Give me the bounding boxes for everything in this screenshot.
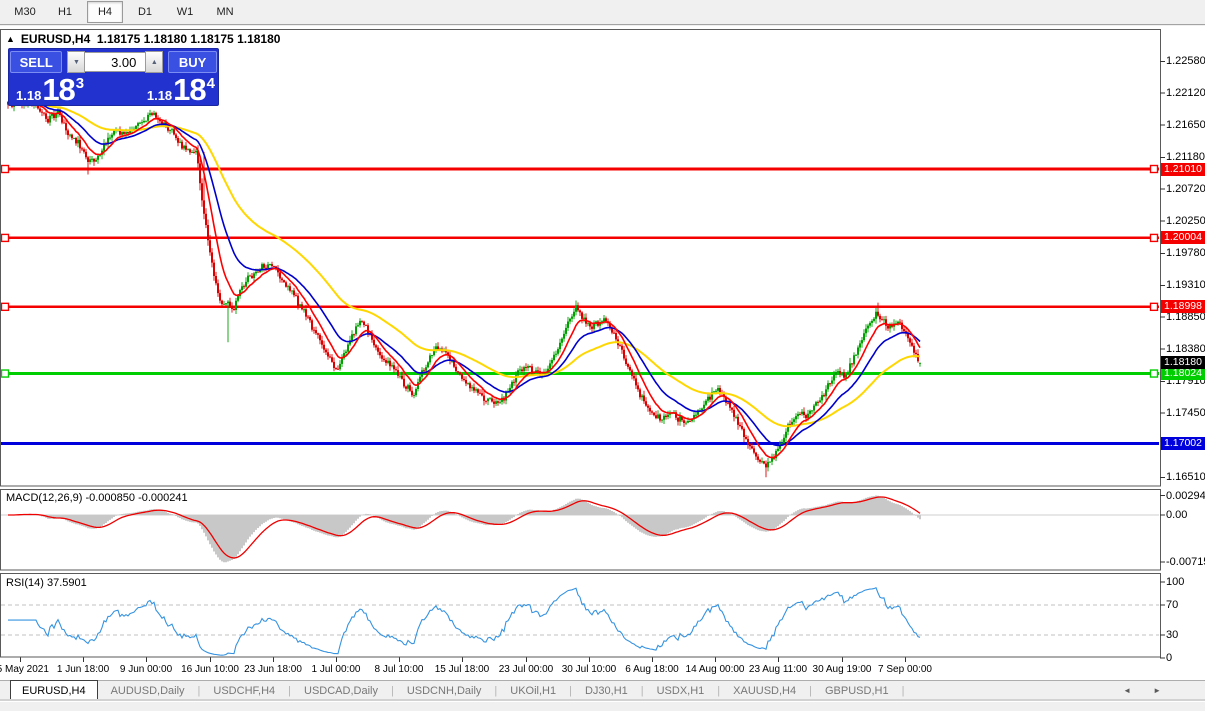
status-bar: [0, 701, 1205, 711]
volume-increase-button[interactable]: ▲: [145, 51, 163, 73]
buy-price-sup: 4: [207, 76, 215, 91]
level-price-label: 1.20004: [1161, 231, 1205, 244]
tab-usdchf-h4[interactable]: USDCHF,H4: [200, 682, 288, 701]
rsi-indicator-label: RSI(14) 37.5901: [6, 577, 87, 589]
one-click-trading-panel: SELL ▼ ▲ BUY 1.18 18 3 1.18 18 4: [8, 48, 219, 106]
tabs-scroll-left-icon[interactable]: ◄: [1123, 686, 1131, 695]
sell-price-sup: 3: [76, 76, 84, 91]
tab-separator: |: [902, 685, 905, 697]
time-axis-label: 15 Jul 18:00: [435, 664, 490, 675]
timeframe-button-h4[interactable]: H4: [87, 1, 123, 23]
rsi-axis-tick: 100: [1166, 576, 1184, 588]
sell-price[interactable]: 1.18 18 3: [12, 74, 84, 105]
tab-ukoil-h1[interactable]: UKOil,H1: [497, 682, 569, 701]
rsi-axis-tick: 30: [1166, 629, 1178, 641]
tab-scroll-arrows: ◄ ►: [1123, 686, 1161, 695]
time-axis-label: 23 Jun 18:00: [244, 664, 302, 675]
price-axis-tick: 1.20720: [1166, 183, 1205, 195]
buy-price-small: 1.18: [147, 89, 172, 102]
time-axis-label: 7 Sep 00:00: [878, 664, 932, 675]
price-axis-tick: 1.17450: [1166, 407, 1205, 419]
tab-eurusd-h4[interactable]: EURUSD,H4: [10, 680, 98, 702]
timeframe-button-d1[interactable]: D1: [127, 1, 163, 23]
timeframe-button-m30[interactable]: M30: [7, 1, 43, 23]
tabs-scroll-right-icon[interactable]: ►: [1153, 686, 1161, 695]
price-axis-tick: 1.22120: [1166, 87, 1205, 99]
chart-tabs-bar: EURUSD,H4AUDUSD,Daily|USDCHF,H4|USDCAD,D…: [0, 680, 1205, 701]
level-price-label: 1.17002: [1161, 437, 1205, 450]
mt4-window: M30H1H4D1W1MN ▲ EURUSD,H4 1.18175 1.1818…: [0, 0, 1205, 711]
time-axis-label: 6 Aug 18:00: [625, 664, 678, 675]
time-axis-label: 8 Jul 10:00: [375, 664, 424, 675]
timeframe-toolbar: M30H1H4D1W1MN: [0, 0, 1205, 25]
chart-title: ▲ EURUSD,H4 1.18175 1.18180 1.18175 1.18…: [6, 32, 280, 46]
time-axis-label: 30 Jul 10:00: [562, 664, 617, 675]
time-axis-label: 14 Aug 00:00: [686, 664, 745, 675]
rsi-axis-tick: 70: [1166, 599, 1178, 611]
rsi-axis-tick: 0: [1166, 652, 1172, 664]
time-axis-label: 1 Jun 18:00: [57, 664, 109, 675]
macd-axis-tick: 0.002947: [1166, 490, 1205, 502]
symbol-marker-icon: ▲: [6, 35, 15, 44]
sell-price-big: 18: [42, 74, 74, 105]
timeframe-button-h1[interactable]: H1: [47, 1, 83, 23]
buy-button[interactable]: BUY: [168, 51, 217, 73]
level-price-label: 1.18024: [1161, 367, 1205, 380]
timeframe-button-w1[interactable]: W1: [167, 1, 203, 23]
volume-input[interactable]: [85, 52, 145, 72]
time-axis-label: 9 Jun 00:00: [120, 664, 172, 675]
tab-usdcnh-daily[interactable]: USDCNH,Daily: [394, 682, 495, 701]
trade-panel-prices: 1.18 18 3 1.18 18 4: [9, 74, 218, 105]
buy-price-big: 18: [173, 74, 205, 105]
tab-usdcad-daily[interactable]: USDCAD,Daily: [291, 682, 391, 701]
price-axis-tick: 1.19780: [1166, 247, 1205, 259]
sell-price-small: 1.18: [16, 89, 41, 102]
time-axis-label: 25 May 2021: [0, 664, 49, 675]
macd-axis-tick: -0.007151: [1166, 556, 1205, 568]
time-axis-label: 23 Aug 11:00: [749, 664, 807, 675]
macd-indicator-label: MACD(12,26,9) -0.000850 -0.000241: [6, 492, 188, 504]
price-axis-tick: 1.20250: [1166, 215, 1205, 227]
buy-price[interactable]: 1.18 18 4: [143, 74, 215, 105]
trade-panel-controls: SELL ▼ ▲ BUY: [9, 49, 218, 73]
timeframe-button-mn[interactable]: MN: [207, 1, 243, 23]
time-axis-label: 16 Jun 10:00: [181, 664, 239, 675]
price-axis-tick: 1.22580: [1166, 55, 1205, 67]
current-price-label: 1.18180: [1161, 356, 1205, 369]
tab-xauusd-h4[interactable]: XAUUSD,H4: [720, 682, 809, 701]
tab-dj30-h1[interactable]: DJ30,H1: [572, 682, 641, 701]
price-axis-tick: 1.18380: [1166, 343, 1205, 355]
tab-audusd-daily[interactable]: AUDUSD,Daily: [98, 682, 198, 701]
tab-gbpusd-h1[interactable]: GBPUSD,H1: [812, 682, 902, 701]
volume-decrease-button[interactable]: ▼: [67, 51, 85, 73]
tab-usdx-h1[interactable]: USDX,H1: [644, 682, 718, 701]
chart-title-text: EURUSD,H4 1.18175 1.18180 1.18175 1.1818…: [21, 32, 281, 46]
time-axis-label: 1 Jul 00:00: [312, 664, 361, 675]
price-axis-tick: 1.19310: [1166, 279, 1205, 291]
level-price-label: 1.18998: [1161, 300, 1205, 313]
sell-button[interactable]: SELL: [10, 51, 62, 73]
price-axis-tick: 1.16510: [1166, 471, 1205, 483]
level-price-label: 1.21010: [1161, 163, 1205, 176]
price-axis-tick: 1.21650: [1166, 119, 1205, 131]
time-axis-label: 23 Jul 00:00: [499, 664, 554, 675]
macd-axis-tick: 0.00: [1166, 509, 1187, 521]
time-axis-label: 30 Aug 19:00: [813, 664, 872, 675]
